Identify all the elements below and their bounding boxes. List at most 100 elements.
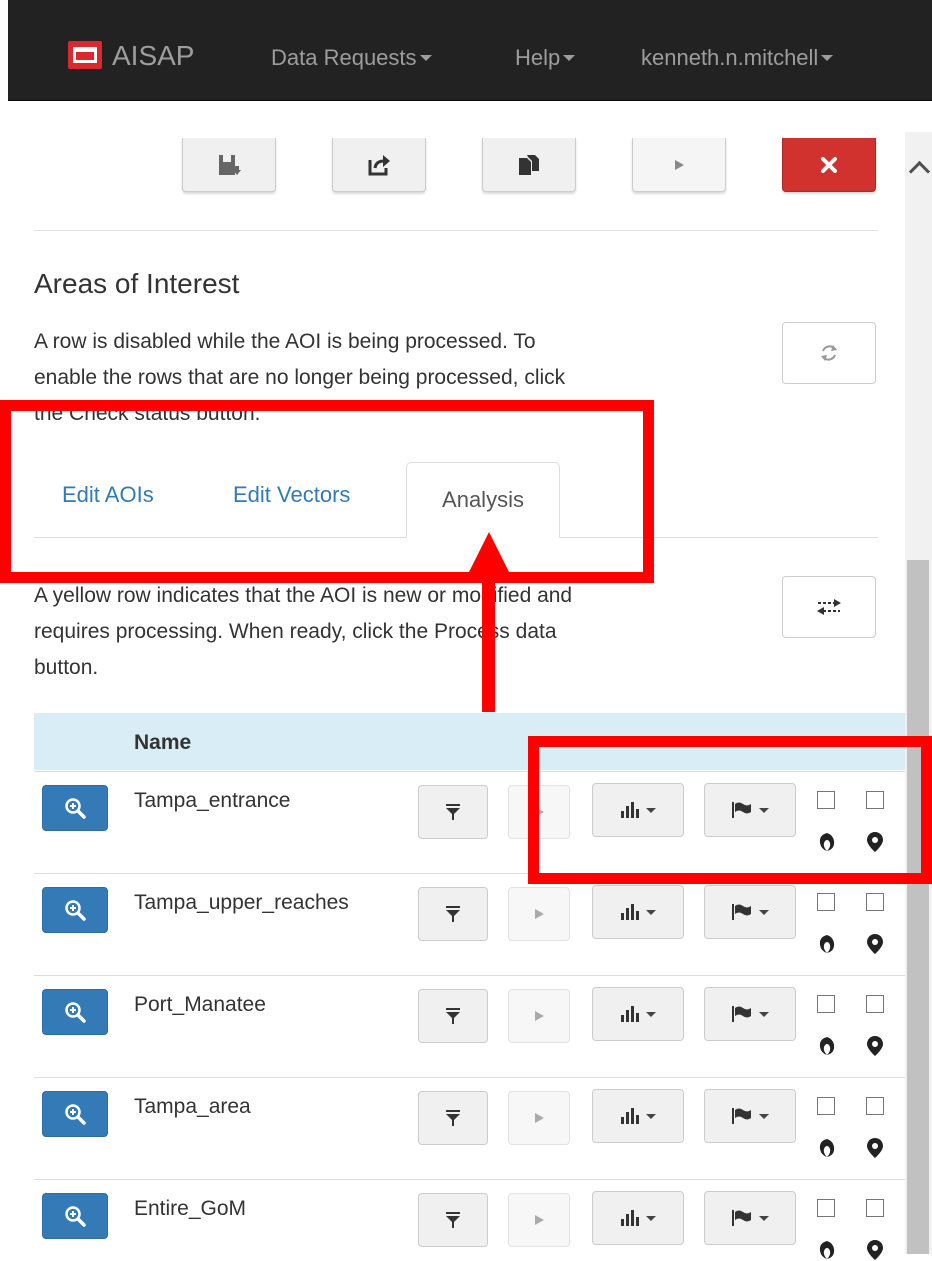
filter-icon (446, 1110, 460, 1126)
share-icon (368, 154, 390, 175)
filter-icon (446, 906, 460, 922)
section-description-line1: A row is disabled while the AOI is being… (34, 330, 536, 353)
scrollbar-thumb[interactable] (907, 560, 929, 1254)
process-note-line2: requires processing. When ready, click t… (34, 620, 557, 643)
chevron-down-icon (759, 1215, 769, 1221)
menu-user[interactable]: kenneth.n.mitchell (641, 45, 834, 71)
play-icon (535, 909, 544, 919)
zoom-in-icon (65, 900, 86, 921)
map-marker-icon (867, 1036, 883, 1056)
chevron-down-icon (419, 55, 432, 61)
play-icon (535, 1215, 544, 1225)
zoom-to-aoi-button[interactable] (42, 1193, 108, 1239)
play-icon (535, 1011, 544, 1021)
flag-dropdown-button[interactable] (704, 1089, 796, 1143)
chevron-down-icon (646, 1011, 656, 1017)
zoom-in-icon (65, 1104, 86, 1125)
play-button[interactable] (508, 1193, 570, 1247)
play-icon (535, 1113, 544, 1123)
zoom-to-aoi-button[interactable] (42, 785, 108, 831)
run-button[interactable] (632, 138, 726, 192)
brand-label: AISAP (112, 40, 195, 71)
chart-dropdown-button[interactable] (592, 987, 684, 1041)
close-icon (821, 156, 837, 173)
bar-chart-icon (621, 1006, 639, 1022)
save-button[interactable] (182, 138, 276, 192)
copy-button[interactable] (482, 138, 576, 192)
flag-dropdown-button[interactable] (704, 885, 796, 939)
chart-dropdown-button[interactable] (592, 1089, 684, 1143)
brand-logo-icon (68, 41, 102, 69)
checkbox-location[interactable] (866, 995, 884, 1013)
checkbox-vector[interactable] (817, 1097, 835, 1115)
map-marker-icon (867, 1240, 883, 1260)
play-button[interactable] (508, 887, 570, 941)
annotation-box-tabs (0, 400, 654, 583)
filter-button[interactable] (418, 887, 488, 941)
section-title: Areas of Interest (34, 268, 240, 299)
navbar: AISAP Data Requests Help kenneth.n.mitch… (8, 0, 932, 101)
table-row (34, 975, 905, 976)
table-row (34, 1077, 905, 1078)
checkbox-location[interactable] (866, 893, 884, 911)
filter-button[interactable] (418, 785, 488, 839)
filter-icon (446, 804, 460, 820)
chevron-down-icon (821, 55, 834, 61)
aoi-name: Tampa_upper_reaches (134, 891, 349, 914)
map-marker-icon (867, 934, 883, 954)
filter-icon (446, 1212, 460, 1228)
filter-button[interactable] (418, 1193, 488, 1247)
hurricane-icon (819, 1241, 835, 1259)
divider (34, 230, 878, 231)
checkbox-vector[interactable] (817, 1199, 835, 1217)
zoom-in-icon (65, 798, 86, 819)
refresh-icon (821, 345, 837, 361)
filter-icon (446, 1008, 460, 1024)
flag-icon (732, 1006, 751, 1022)
aoi-name: Entire_GoM (134, 1197, 247, 1220)
checkbox-location[interactable] (866, 1199, 884, 1217)
play-button[interactable] (508, 1091, 570, 1145)
checkbox-vector[interactable] (817, 893, 835, 911)
aoi-name: Tampa_area (134, 1095, 251, 1118)
play-icon (675, 159, 684, 170)
chart-dropdown-button[interactable] (592, 885, 684, 939)
check-status-button[interactable] (782, 322, 876, 384)
zoom-in-icon (65, 1002, 86, 1023)
flag-dropdown-button[interactable] (704, 987, 796, 1041)
filter-button[interactable] (418, 1091, 488, 1145)
section-description-line2: enable the rows that are no longer being… (34, 366, 566, 389)
checkbox-vector[interactable] (817, 995, 835, 1013)
process-data-button[interactable] (782, 576, 876, 638)
brand[interactable]: AISAP (68, 40, 194, 72)
hurricane-icon (819, 1139, 835, 1157)
copy-icon (519, 154, 539, 175)
chevron-down-icon (759, 1011, 769, 1017)
checkbox-location[interactable] (866, 1097, 884, 1115)
menu-help-label: Help (515, 45, 561, 70)
table-row (34, 1179, 905, 1180)
bar-chart-icon (621, 904, 639, 920)
zoom-to-aoi-button[interactable] (42, 887, 108, 933)
chevron-down-icon (759, 1113, 769, 1119)
chevron-down-icon (646, 1215, 656, 1221)
menu-help[interactable]: Help (515, 45, 576, 71)
bar-chart-icon (621, 1210, 639, 1226)
annotation-arrow-shaft (482, 578, 495, 712)
process-note-line3: button. (34, 656, 99, 679)
zoom-to-aoi-button[interactable] (42, 989, 108, 1035)
export-button[interactable] (332, 138, 426, 192)
column-header-name: Name (134, 731, 192, 754)
swap-arrows-icon (817, 599, 841, 615)
aoi-name: Port_Manatee (134, 993, 266, 1016)
menu-data-requests[interactable]: Data Requests (271, 45, 432, 71)
chevron-down-icon (759, 909, 769, 915)
play-button[interactable] (508, 989, 570, 1043)
zoom-to-aoi-button[interactable] (42, 1091, 108, 1137)
close-button[interactable] (782, 138, 876, 192)
bar-chart-icon (621, 1108, 639, 1124)
filter-button[interactable] (418, 989, 488, 1043)
chart-dropdown-button[interactable] (592, 1191, 684, 1245)
flag-dropdown-button[interactable] (704, 1191, 796, 1245)
chevron-down-icon (563, 55, 576, 61)
